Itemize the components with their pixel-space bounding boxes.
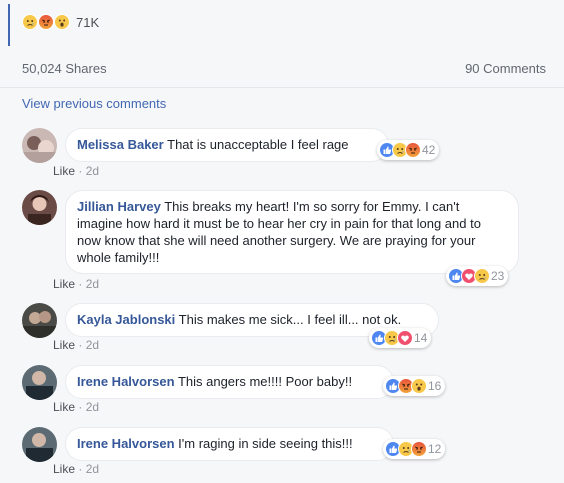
shares-count[interactable]: 50,024 Shares xyxy=(22,61,107,76)
comment-time[interactable]: 2d xyxy=(86,462,99,476)
comment-time[interactable]: 2d xyxy=(86,338,99,352)
like-link[interactable]: Like xyxy=(53,400,75,414)
sad-icon xyxy=(474,268,490,284)
love-icon xyxy=(397,330,413,346)
comment-bubble: Irene Halvorsen I'm raging in side seein… xyxy=(65,427,394,461)
post-reaction-summary[interactable]: 71K xyxy=(22,14,99,30)
meta-separator: · xyxy=(78,164,83,178)
meta-separator: · xyxy=(78,338,83,352)
comment-bubble: Jillian Harvey This breaks my heart! I'm… xyxy=(65,190,519,274)
sad-icon xyxy=(22,14,38,30)
comment-meta: Like · 2d xyxy=(53,462,99,476)
comment-meta: Like · 2d xyxy=(53,338,99,352)
comment-reactions[interactable]: 12 xyxy=(383,439,446,459)
comment-author[interactable]: Irene Halvorsen xyxy=(77,374,175,389)
post-reaction-icons xyxy=(22,14,70,30)
focus-indicator xyxy=(8,4,10,46)
reaction-count: 14 xyxy=(414,331,428,345)
angry-icon xyxy=(405,142,421,158)
comment-reactions[interactable]: 42 xyxy=(377,140,440,160)
comment-text: This makes me sick... I feel ill... not … xyxy=(178,312,402,327)
comment-time[interactable]: 2d xyxy=(86,400,99,414)
meta-separator: · xyxy=(78,462,83,476)
angry-icon xyxy=(411,441,427,457)
comment-reactions[interactable]: 23 xyxy=(446,266,509,286)
comment-meta: Like · 2d xyxy=(53,277,99,291)
comment-author[interactable]: Jillian Harvey xyxy=(77,199,161,214)
like-link[interactable]: Like xyxy=(53,462,75,476)
meta-separator: · xyxy=(78,277,83,291)
post-reaction-count: 71K xyxy=(76,14,100,30)
avatar[interactable] xyxy=(22,303,57,338)
reaction-count: 12 xyxy=(428,442,442,456)
avatar[interactable] xyxy=(22,427,57,462)
comment-reactions[interactable]: 16 xyxy=(383,376,446,396)
comment-bubble: Irene Halvorsen This angers me!!!! Poor … xyxy=(65,365,394,399)
comment-time[interactable]: 2d xyxy=(86,277,99,291)
like-link[interactable]: Like xyxy=(53,338,75,352)
angry-icon xyxy=(38,14,54,30)
reaction-count: 16 xyxy=(428,379,442,393)
avatar[interactable] xyxy=(22,365,57,400)
comment-meta: Like · 2d xyxy=(53,400,99,414)
avatar[interactable] xyxy=(22,128,57,163)
comment-text: That is unacceptable I feel rage xyxy=(167,137,349,152)
comment-text: I'm raging in side seeing this!!! xyxy=(178,436,353,451)
wow-icon xyxy=(411,378,427,394)
comment-reactions[interactable]: 14 xyxy=(369,328,432,348)
like-link[interactable]: Like xyxy=(53,164,75,178)
comment-meta: Like · 2d xyxy=(53,164,99,178)
reaction-count: 23 xyxy=(491,269,505,283)
comments-count[interactable]: 90 Comments xyxy=(465,61,546,76)
meta-separator: · xyxy=(78,400,83,414)
comment-author[interactable]: Melissa Baker xyxy=(77,137,164,152)
wow-icon xyxy=(54,14,70,30)
like-link[interactable]: Like xyxy=(53,277,75,291)
avatar[interactable] xyxy=(22,190,57,225)
comment-time[interactable]: 2d xyxy=(86,164,99,178)
comment-bubble: Melissa Baker That is unacceptable I fee… xyxy=(65,128,389,162)
comment-author[interactable]: Irene Halvorsen xyxy=(77,436,175,451)
reaction-count: 42 xyxy=(422,143,436,157)
comment-text: This angers me!!!! Poor baby!! xyxy=(177,374,353,389)
view-previous-comments-link[interactable]: View previous comments xyxy=(22,96,166,111)
comment-author[interactable]: Kayla Jablonski xyxy=(77,312,175,327)
